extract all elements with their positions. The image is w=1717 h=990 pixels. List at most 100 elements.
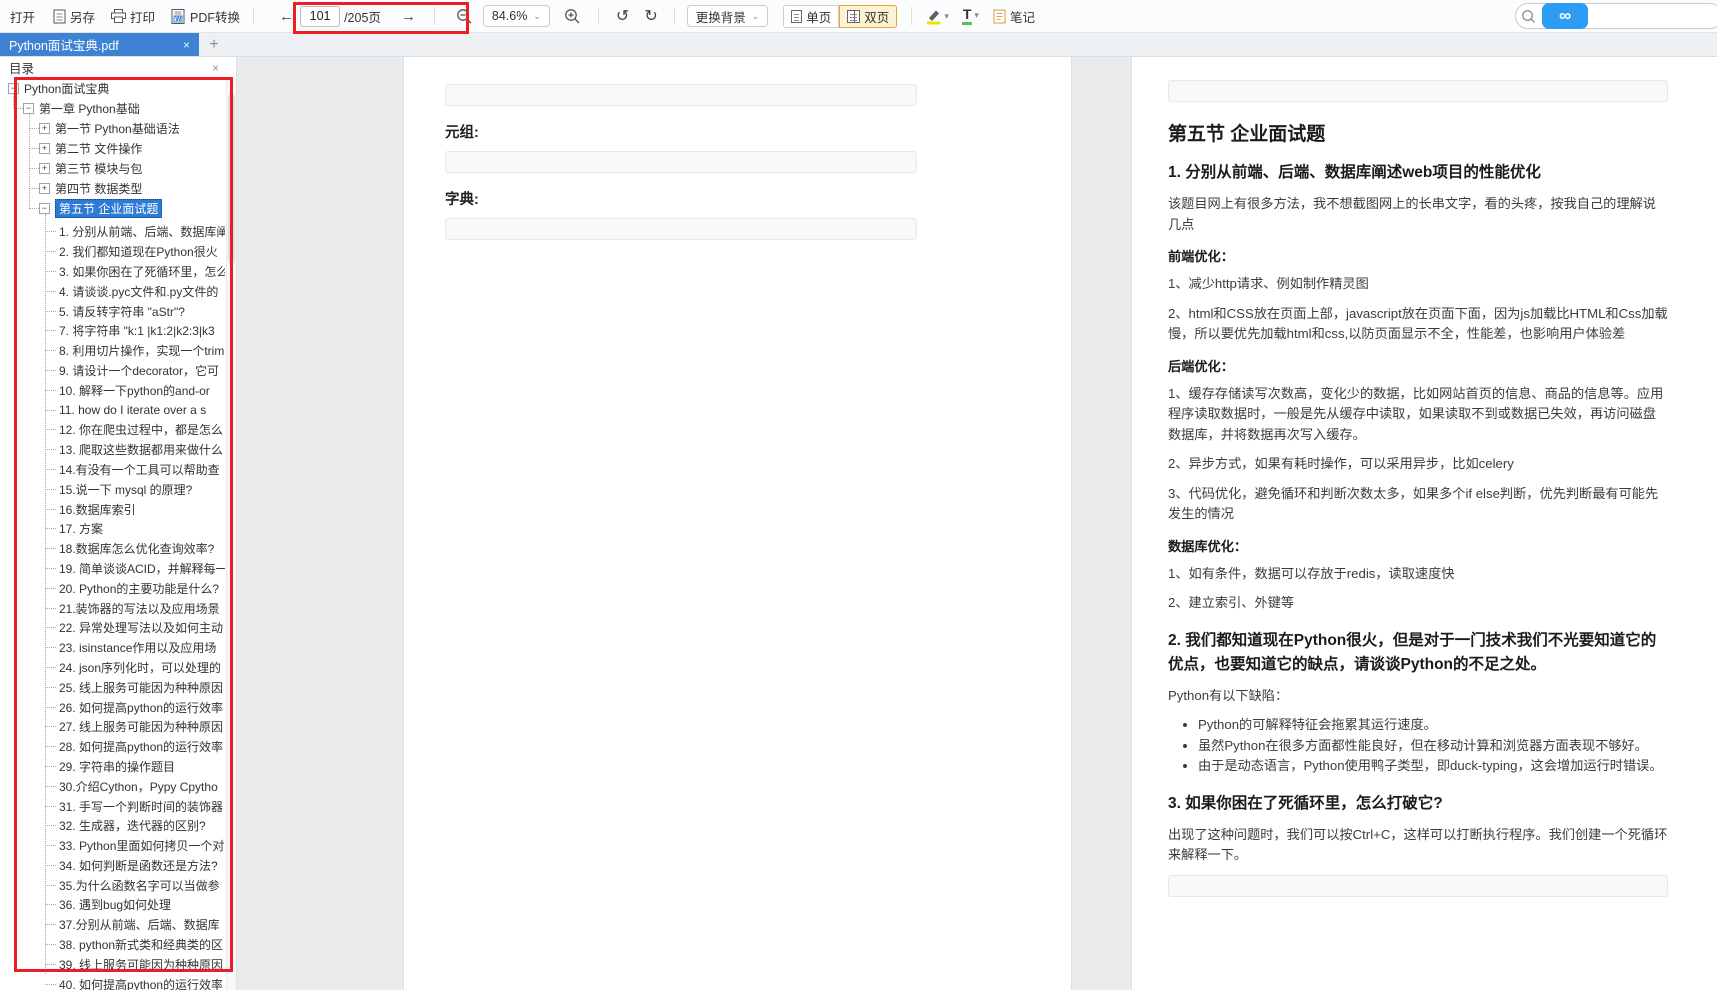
toc-item[interactable]: 5. 请反转字符串 "aStr"? xyxy=(0,301,225,321)
toc-item[interactable]: 26. 如何提高python的运行效率 xyxy=(0,697,225,717)
toc-item[interactable]: 25. 线上服务可能因为种种原因 xyxy=(0,677,225,697)
expand-icon[interactable]: + xyxy=(39,143,50,154)
toc-item[interactable]: 10. 解释一下python的and-or xyxy=(0,380,225,400)
highlighter-dropdown-icon[interactable]: ▾ xyxy=(944,12,949,21)
prev-page-button[interactable]: ← xyxy=(279,9,294,24)
toc-item[interactable]: 2. 我们都知道现在Python很火 xyxy=(0,242,225,262)
question1-intro: 该题目网上有很多方法，我不想截图网上的长串文字，看的头疼，按我自己的理解说几点 xyxy=(1168,194,1668,235)
expand-icon[interactable]: + xyxy=(39,123,50,134)
single-page-button[interactable]: 单页 xyxy=(783,5,839,28)
code-block-dict-continued xyxy=(1168,80,1668,102)
change-background-label: 更换背景 xyxy=(696,7,746,26)
toc-item[interactable]: 33. Python里面如何拷贝一个对 xyxy=(0,836,225,856)
collapse-icon[interactable]: − xyxy=(8,83,19,94)
undo-button[interactable]: ↺ xyxy=(616,6,629,26)
toc-item[interactable]: 22. 异常处理写法以及如何主动 xyxy=(0,618,225,638)
toc-node-section1[interactable]: + 第一节 Python基础语法 xyxy=(0,118,225,138)
scrollbar-thumb[interactable] xyxy=(228,94,235,264)
toc-item[interactable]: 18.数据库怎么优化查询效率? xyxy=(0,539,225,559)
sidebar-scrollbar[interactable]: ∧ xyxy=(226,78,236,990)
toc-item[interactable]: 1. 分别从前端、后端、数据库阐 xyxy=(0,222,225,242)
highlighter-button[interactable]: ▾ xyxy=(925,8,949,25)
toc-item[interactable]: 19. 简单谈谈ACID，并解释每一 xyxy=(0,559,225,579)
toc-item[interactable]: 8. 利用切片操作，实现一个trim xyxy=(0,341,225,361)
toc-node-root[interactable]: − Python面试宝典 xyxy=(0,78,225,98)
toc-item[interactable]: 32. 生成器，迭代器的区别? xyxy=(0,816,225,836)
toc-item[interactable]: 12. 你在爬虫过程中，都是怎么 xyxy=(0,420,225,440)
toc-item[interactable]: 40. 如何提高python的运行效率 xyxy=(0,974,225,990)
print-button[interactable]: 打印 xyxy=(111,7,155,26)
save-as-button[interactable]: 另存 xyxy=(53,7,95,26)
toc-item[interactable]: 37.分别从前端、后端、数据库 xyxy=(0,915,225,935)
redo-button[interactable]: ↻ xyxy=(644,6,657,26)
save-as-icon xyxy=(53,9,66,24)
page-total-label: /205页 xyxy=(344,7,381,26)
collapse-icon[interactable]: − xyxy=(23,103,34,114)
text-tool-button[interactable]: T ▾ xyxy=(962,7,979,25)
pdf-page-right: 第五节 企业面试题 1. 分别从前端、后端、数据库阐述web项目的性能优化 该题… xyxy=(1132,57,1717,990)
collapse-icon[interactable]: − xyxy=(39,203,50,214)
toc-item[interactable]: 4. 请谈谈.pyc文件和.py文件的 xyxy=(0,281,225,301)
toc-node-section2[interactable]: + 第二节 文件操作 xyxy=(0,138,225,158)
expand-icon[interactable]: + xyxy=(39,163,50,174)
toc-item[interactable]: 23. isinstance作用以及应用场 xyxy=(0,638,225,658)
toc-item[interactable]: 24. json序列化时，可以处理的 xyxy=(0,658,225,678)
toc-item[interactable]: 36. 遇到bug如何处理 xyxy=(0,895,225,915)
toc-item[interactable]: 38. python新式类和经典类的区 xyxy=(0,935,225,955)
toc-item[interactable]: 15.说一下 mysql 的原理? xyxy=(0,479,225,499)
open-label: 打开 xyxy=(10,7,35,26)
double-page-button[interactable]: 双页 xyxy=(839,5,897,28)
toc-item[interactable]: 35.为什么函数名字可以当做参 xyxy=(0,875,225,895)
zoom-out-button[interactable] xyxy=(456,8,473,25)
toolbar-divider xyxy=(253,7,254,25)
toc-item[interactable]: 17. 方案 xyxy=(0,519,225,539)
toc-close-icon[interactable]: × xyxy=(212,61,219,75)
change-background-button[interactable]: 更换背景 ⌄ xyxy=(687,5,769,27)
zoom-in-icon xyxy=(564,8,581,25)
tab-python-pdf[interactable]: Python面试宝典.pdf × xyxy=(0,33,199,56)
new-tab-button[interactable]: + xyxy=(199,33,229,56)
toc-item[interactable]: 9. 请设计一个decorator，它可 xyxy=(0,361,225,381)
zoom-in-button[interactable] xyxy=(564,8,581,25)
toc-item[interactable]: 30.介绍Cython，Pypy Cpytho xyxy=(0,776,225,796)
toc-item[interactable]: 13. 爬取这些数据都用来做什么 xyxy=(0,440,225,460)
toc-item[interactable]: 31. 手写一个判断时间的装饰器 xyxy=(0,796,225,816)
toc-node-section5-selected[interactable]: − 第五节 企业面试题 xyxy=(0,198,225,218)
toc-node-section4[interactable]: + 第四节 数据类型 xyxy=(0,178,225,198)
code-block-dict xyxy=(445,218,917,240)
toc-item[interactable]: 3. 如果你困在了死循环里，怎么 xyxy=(0,262,225,282)
toc-item[interactable]: 29. 字符串的操作题目 xyxy=(0,757,225,777)
zoom-level-select[interactable]: 84.6% ⌄ xyxy=(483,5,550,27)
toc-item[interactable]: 7. 将字符串 "k:1 |k1:2|k2:3|k3 xyxy=(0,321,225,341)
toc-item[interactable]: 20. Python的主要功能是什么? xyxy=(0,578,225,598)
toc-item[interactable]: 27. 线上服务可能因为种种原因 xyxy=(0,717,225,737)
backend-item: 1、缓存存储读写次数高，变化少的数据，比如网站首页的信息、商品的信息等。应用程序… xyxy=(1168,384,1668,446)
toc-node-label-selected: 第五节 企业面试题 xyxy=(55,199,162,218)
page-number-input[interactable] xyxy=(300,6,340,27)
expand-icon[interactable]: + xyxy=(39,183,50,194)
backend-item: 2、异步方式，如果有耗时操作，可以采用异步，比如celery xyxy=(1168,454,1668,475)
database-label: 数据库优化： xyxy=(1168,536,1668,555)
search-input[interactable]: ∞ xyxy=(1515,3,1717,29)
pdf-convert-button[interactable]: W PDF转换 xyxy=(171,7,240,26)
next-page-button[interactable]: → xyxy=(401,9,416,24)
toc-item[interactable]: 34. 如何判断是函数还是方法? xyxy=(0,856,225,876)
toc-node-chapter1[interactable]: − 第一章 Python基础 xyxy=(0,98,225,118)
text-tool-dropdown-icon[interactable]: ▾ xyxy=(974,11,979,20)
toc-item[interactable]: 14.有没有一个工具可以帮助查 xyxy=(0,460,225,480)
pdf-viewer[interactable]: 元组: 字典: 第五节 企业面试题 1. 分别从前端、后端、数据库阐述web项目… xyxy=(238,57,1717,990)
toc-header: 目录 × xyxy=(0,57,236,78)
toc-item[interactable]: 28. 如何提高python的运行效率 xyxy=(0,737,225,757)
toc-item[interactable]: 21.装饰器的写法以及应用场景 xyxy=(0,598,225,618)
notes-button[interactable]: 笔记 xyxy=(993,7,1035,26)
toc-item[interactable]: 16.数据库索引 xyxy=(0,499,225,519)
toc-item[interactable]: 39. 线上服务可能因为种种原因 xyxy=(0,954,225,974)
pdf-page-left: 元组: 字典: xyxy=(404,57,1071,990)
tab-close-icon[interactable]: × xyxy=(183,38,190,52)
scroll-up-icon[interactable]: ∧ xyxy=(227,78,236,89)
assistant-badge[interactable]: ∞ xyxy=(1542,3,1588,29)
question1-title: 1. 分别从前端、后端、数据库阐述web项目的性能优化 xyxy=(1168,161,1668,185)
toc-item[interactable]: 11. how do I iterate over a s xyxy=(0,400,225,420)
open-button[interactable]: 打开 xyxy=(10,7,35,26)
toc-node-section3[interactable]: + 第三节 模块与包 xyxy=(0,158,225,178)
